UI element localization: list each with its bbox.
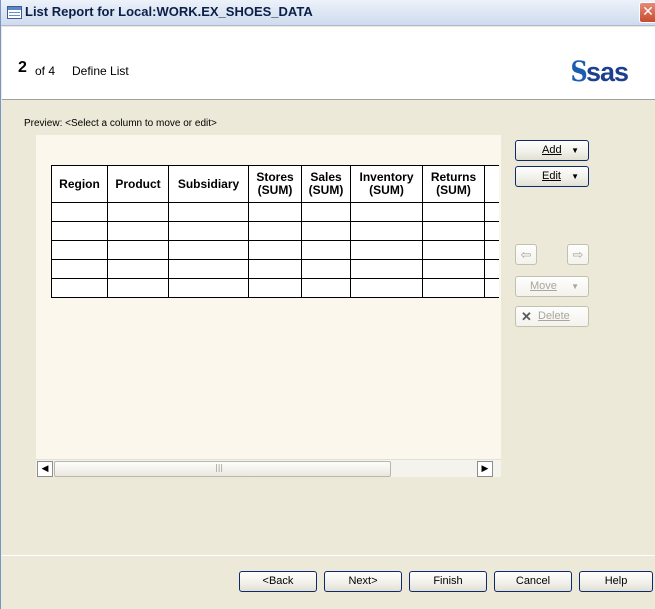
table-cell [248, 278, 302, 298]
column-header-partial [484, 165, 499, 203]
scrollbar-thumb[interactable]: ||| [54, 461, 391, 477]
step-total: of 4 [35, 64, 56, 78]
table-cell [301, 278, 351, 298]
close-icon[interactable]: ✕ [639, 2, 655, 23]
table-row [51, 221, 499, 241]
table-cell [107, 202, 169, 222]
move-left-button[interactable]: ⇦ [515, 244, 537, 265]
column-header-inventory[interactable]: Inventory (SUM) [350, 165, 423, 203]
table-cell [484, 202, 499, 222]
table-cell [107, 221, 169, 241]
table-cell [168, 240, 249, 260]
table-cell [350, 240, 423, 260]
back-button[interactable]: <Back [239, 571, 317, 592]
column-header-returns[interactable]: Returns (SUM) [422, 165, 485, 203]
table-cell [350, 259, 423, 279]
table-cell [51, 202, 108, 222]
table-header-row: Region Product Subsidiary Stores (SUM) Sa… [51, 165, 499, 203]
table-cell [248, 259, 302, 279]
column-header-product[interactable]: Product [107, 165, 169, 203]
next-button[interactable]: Next> [324, 571, 402, 592]
table-cell [168, 221, 249, 241]
scrollbar-grip-icon: ||| [215, 463, 224, 472]
table-cell [168, 278, 249, 298]
table-cell [248, 240, 302, 260]
column-header-subsidiary[interactable]: Subsidiary [168, 165, 249, 203]
title-bar[interactable]: List Report for Local:WORK.EX_SHOES_DATA… [1, 0, 655, 26]
table-cell [168, 259, 249, 279]
move-right-button[interactable]: ⇨ [567, 244, 589, 265]
scroll-left-icon[interactable]: ◀ [37, 461, 53, 477]
table-cell [301, 221, 351, 241]
table-cell [484, 278, 499, 298]
table-cell [484, 221, 499, 241]
column-header-sales[interactable]: Sales (SUM) [301, 165, 351, 203]
table-cell [422, 259, 485, 279]
window-title: List Report for Local:WORK.EX_SHOES_DATA [25, 4, 313, 19]
table-cell [51, 278, 108, 298]
delete-x-icon: ✕ [521, 309, 532, 324]
table-row [51, 259, 499, 279]
chevron-down-icon: ▼ [571, 172, 579, 181]
delete-button[interactable]: ✕ Delete [515, 306, 589, 327]
table-cell [51, 240, 108, 260]
table-cell [350, 202, 423, 222]
table-cell [51, 221, 108, 241]
table-row [51, 240, 499, 260]
preview-table: Region Product Subsidiary Stores (SUM) Sa… [51, 165, 499, 298]
list-report-icon [7, 6, 22, 19]
table-row [51, 202, 499, 222]
table-cell [484, 259, 499, 279]
table-cell [51, 259, 108, 279]
horizontal-scrollbar[interactable]: ◀ ||| ▶ [36, 459, 501, 477]
table-cell [350, 278, 423, 298]
column-header-region[interactable]: Region [51, 165, 108, 203]
arrow-right-icon: ⇨ [572, 247, 584, 262]
finish-button[interactable]: Finish [409, 571, 487, 592]
table-cell [422, 221, 485, 241]
help-button[interactable]: Help [579, 571, 653, 592]
table-cell [107, 278, 169, 298]
step-title: Define List [72, 64, 129, 78]
scroll-right-icon[interactable]: ▶ [477, 461, 493, 477]
table-cell [248, 221, 302, 241]
table-cell [248, 202, 302, 222]
column-header-stores[interactable]: Stores (SUM) [248, 165, 302, 203]
footer-divider [2, 555, 655, 556]
table-cell [301, 240, 351, 260]
arrow-left-icon: ⇦ [520, 247, 532, 262]
sas-logo: S sas [569, 57, 655, 88]
chevron-down-icon: ▼ [571, 282, 579, 291]
add-button[interactable]: Add ▼ [515, 140, 589, 161]
table-cell [301, 259, 351, 279]
sas-logo-text: sas [586, 57, 629, 87]
table-cell [484, 240, 499, 260]
table-cell [422, 240, 485, 260]
step-number: 2 [18, 59, 27, 76]
table-cell [301, 202, 351, 222]
chevron-down-icon: ▼ [571, 146, 579, 155]
table-cell [168, 202, 249, 222]
preview-label: Preview: <Select a column to move or edi… [24, 118, 217, 129]
cancel-button[interactable]: Cancel [494, 571, 572, 592]
dialog-window: List Report for Local:WORK.EX_SHOES_DATA… [0, 0, 655, 609]
move-button[interactable]: Move ▼ [515, 276, 589, 297]
wizard-header: 2 of 4 Define List S sas [2, 27, 655, 100]
table-cell [107, 259, 169, 279]
table-cell [422, 278, 485, 298]
table-row [51, 278, 499, 298]
table-cell [107, 240, 169, 260]
table-cell [350, 221, 423, 241]
preview-panel: Region Product Subsidiary Stores (SUM) Sa… [36, 135, 501, 477]
table-cell [422, 202, 485, 222]
edit-button[interactable]: Edit ▼ [515, 166, 589, 187]
